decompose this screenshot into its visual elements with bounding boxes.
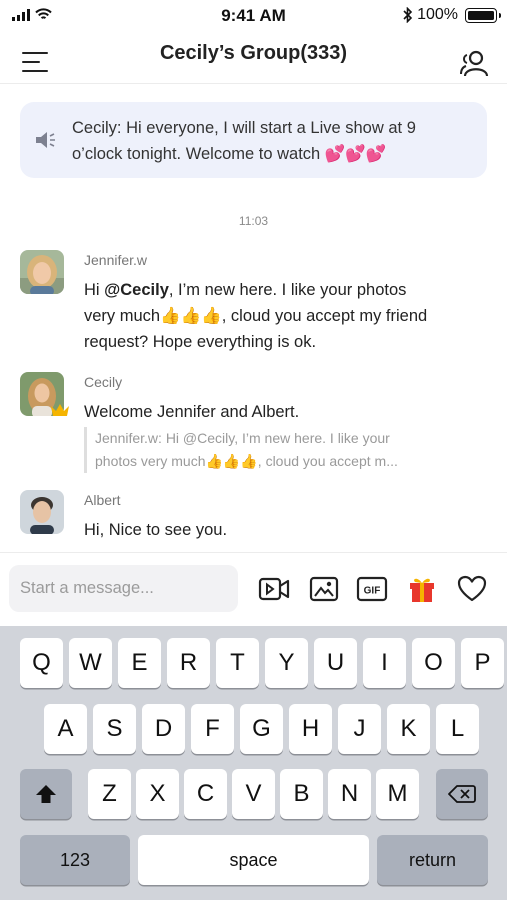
key-m[interactable]: M bbox=[376, 769, 419, 819]
message-timestamp: 11:03 bbox=[238, 214, 269, 228]
message-emoji: 👍👍👍 bbox=[160, 307, 222, 325]
key-r[interactable]: R bbox=[167, 638, 210, 688]
key-a[interactable]: A bbox=[44, 704, 87, 754]
message-text: Welcome Jennifer and Albert. bbox=[84, 403, 300, 421]
bluetooth-icon bbox=[403, 7, 413, 23]
key-w[interactable]: W bbox=[69, 638, 112, 688]
keyboard-row: ZXCVBNM bbox=[0, 769, 507, 819]
battery-status: 100% bbox=[403, 6, 501, 24]
chat-message: Cecily Welcome Jennifer and Albert. Jenn… bbox=[20, 372, 490, 477]
quote-line: photos very much👍👍👍, cloud you accept m.… bbox=[95, 453, 398, 469]
announcement-emoji: 💕💕💕 bbox=[324, 145, 387, 163]
avatar[interactable] bbox=[20, 250, 64, 294]
quoted-message[interactable]: Jennifer.w: Hi @Cecily, I’m new here. I … bbox=[84, 427, 444, 473]
gif-icon[interactable]: GIF bbox=[355, 573, 389, 605]
keyboard: QWERTYUIOP ASDFGHJKL ZXCVBNM 123 space r… bbox=[0, 626, 507, 900]
message-text: Hi, Nice to see you. bbox=[84, 521, 228, 539]
key-s[interactable]: S bbox=[93, 704, 136, 754]
key-c[interactable]: C bbox=[184, 769, 227, 819]
image-icon[interactable] bbox=[307, 573, 341, 605]
key-h[interactable]: H bbox=[289, 704, 332, 754]
key-z[interactable]: Z bbox=[88, 769, 131, 819]
backspace-icon bbox=[448, 785, 476, 803]
video-icon[interactable] bbox=[257, 573, 291, 605]
message-greeting: Hi bbox=[84, 281, 105, 299]
key-q[interactable]: Q bbox=[20, 638, 63, 688]
key-u[interactable]: U bbox=[314, 638, 357, 688]
announcement-banner[interactable]: Cecily: Hi everyone, I will start a Live… bbox=[20, 102, 487, 178]
sender-name: Jennifer.w bbox=[84, 252, 148, 268]
backspace-key[interactable] bbox=[436, 769, 488, 819]
page-title: Cecily’s Group(333) bbox=[159, 42, 348, 64]
key-l[interactable]: L bbox=[436, 704, 479, 754]
space-key[interactable]: space bbox=[138, 835, 369, 885]
nav-bar: Cecily’s Group(333) bbox=[0, 32, 507, 84]
key-g[interactable]: G bbox=[240, 704, 283, 754]
shift-key[interactable] bbox=[20, 769, 72, 819]
key-v[interactable]: V bbox=[232, 769, 275, 819]
sender-name: Albert bbox=[84, 492, 121, 508]
message-input[interactable] bbox=[9, 565, 238, 612]
announcement-text: Cecily: Hi everyone, I will start a Live… bbox=[72, 115, 447, 167]
key-j[interactable]: J bbox=[338, 704, 381, 754]
gif-label: GIF bbox=[364, 586, 381, 597]
key-i[interactable]: I bbox=[363, 638, 406, 688]
mention-link[interactable]: @Cecily bbox=[104, 281, 169, 299]
keyboard-row: 123 space return bbox=[0, 835, 507, 885]
return-key[interactable]: return bbox=[377, 835, 488, 885]
heart-icon[interactable] bbox=[455, 573, 489, 605]
key-f[interactable]: F bbox=[191, 704, 234, 754]
group-members-icon[interactable] bbox=[459, 50, 489, 78]
key-b[interactable]: B bbox=[280, 769, 323, 819]
crown-icon bbox=[51, 404, 69, 416]
key-o[interactable]: O bbox=[412, 638, 455, 688]
chat-message: Jennifer.w Hi @Cecily, I’m new here. I l… bbox=[20, 250, 490, 355]
battery-percent: 100% bbox=[417, 6, 458, 23]
battery-icon bbox=[465, 7, 501, 23]
message-text: Hi @Cecily, I’m new here. I like your ph… bbox=[84, 277, 429, 355]
key-t[interactable]: T bbox=[216, 638, 259, 688]
key-e[interactable]: E bbox=[118, 638, 161, 688]
sender-name: Cecily bbox=[84, 374, 123, 390]
key-n[interactable]: N bbox=[328, 769, 371, 819]
message-composer: GIF bbox=[0, 552, 507, 626]
gift-icon[interactable] bbox=[405, 573, 439, 605]
shift-icon bbox=[36, 785, 56, 803]
status-bar: 9:41 AM 100% bbox=[0, 0, 507, 32]
key-x[interactable]: X bbox=[136, 769, 179, 819]
keyboard-row: QWERTYUIOP bbox=[0, 638, 507, 688]
key-y[interactable]: Y bbox=[265, 638, 308, 688]
speaker-icon bbox=[36, 132, 55, 148]
key-k[interactable]: K bbox=[387, 704, 430, 754]
quote-line: Jennifer.w: Hi @Cecily, I’m new here. I … bbox=[95, 430, 390, 446]
avatar[interactable] bbox=[20, 490, 64, 534]
key-d[interactable]: D bbox=[142, 704, 185, 754]
keyboard-row: ASDFGHJKL bbox=[0, 704, 507, 754]
key-p[interactable]: P bbox=[461, 638, 504, 688]
chat-message: Albert Hi, Nice to see you. bbox=[20, 490, 490, 550]
numbers-key[interactable]: 123 bbox=[20, 835, 130, 885]
